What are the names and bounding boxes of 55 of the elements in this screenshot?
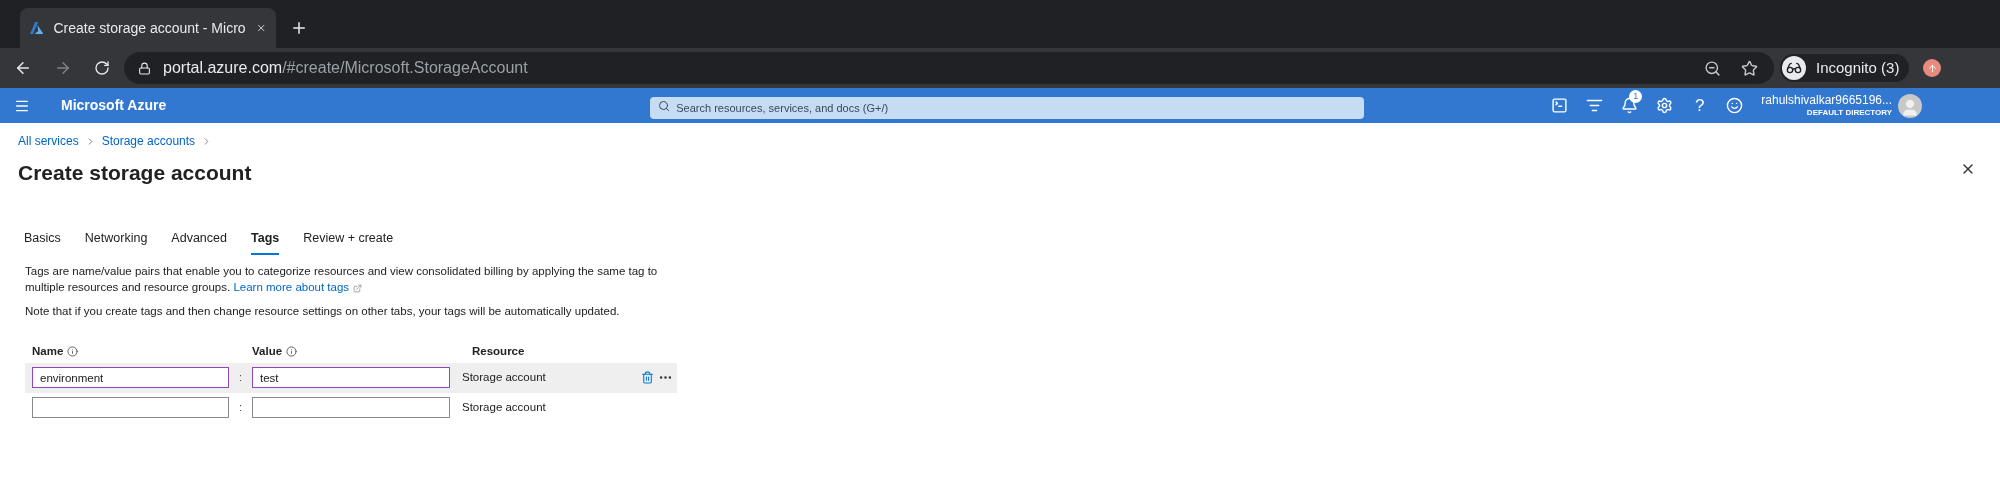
avatar-icon[interactable]: [1898, 93, 1923, 118]
tab[interactable]: Basics: [24, 228, 61, 256]
breadcrumb-link[interactable]: All services: [18, 132, 79, 150]
breadcrumb-link[interactable]: Storage accounts: [101, 132, 196, 150]
tab[interactable]: Tags: [250, 228, 280, 256]
terminal-icon[interactable]: [1551, 97, 1569, 114]
new-tab-icon[interactable]: [290, 19, 308, 37]
name-input[interactable]: [32, 397, 229, 418]
zoom-out-icon[interactable]: [1704, 59, 1721, 77]
notification-count: 1: [1629, 90, 1643, 103]
incognito-icon: [1782, 56, 1806, 80]
info-icon: [67, 346, 79, 357]
profile-label: Incognito (3): [1816, 57, 1900, 78]
tab[interactable]: Review + create: [303, 228, 394, 256]
external-link-icon: [353, 283, 363, 293]
update-icon[interactable]: [1923, 59, 1942, 77]
page-title: Create storage account: [18, 160, 252, 186]
forward-icon[interactable]: [54, 59, 72, 77]
feedback-icon[interactable]: [1726, 97, 1744, 114]
delete-icon[interactable]: [641, 371, 654, 384]
learn-more-link[interactable]: Learn more about tags: [233, 281, 363, 294]
note-text: Note that if you create tags and then change resource settings on other tabs, your tags will be automatically updated.: [25, 304, 621, 320]
resource-cell-text: Storage account: [462, 369, 547, 385]
separator-colon: :: [237, 370, 244, 386]
url-text: portal.azure.com/#create/Microsoft.StorageAccount: [163, 58, 528, 78]
value-input[interactable]: test: [252, 367, 450, 388]
name-input[interactable]: environment: [32, 367, 229, 388]
bell-icon[interactable]: [1621, 97, 1639, 114]
filter-icon[interactable]: [1586, 97, 1604, 114]
profile-button[interactable]: Incognito (3): [1780, 54, 1910, 82]
tab[interactable]: Advanced: [171, 228, 227, 256]
bookmark-star-icon[interactable]: [1741, 59, 1758, 77]
azure-logo-icon: [30, 20, 44, 36]
reload-icon[interactable]: [94, 60, 110, 76]
separator-colon: :: [237, 400, 244, 416]
description-text: Tags are name/value pairs that enable you to categorize resources and view consolidated billing by applying the same tag to multiple resources and resource groups. Learn more about tags: [25, 264, 659, 296]
column-header: Value: [252, 343, 283, 359]
address-bar[interactable]: portal.azure.com/#create/Microsoft.StorageAccount: [124, 52, 1774, 84]
column-header: Resource: [472, 343, 525, 359]
lock-icon: [138, 61, 151, 75]
back-icon[interactable]: [14, 59, 32, 77]
value-input[interactable]: [252, 397, 450, 418]
tab-title: Create storage account - Micro: [53, 18, 246, 38]
help-icon[interactable]: ?: [1691, 97, 1709, 114]
info-icon: [286, 346, 298, 357]
search-field[interactable]: Search resources, services, and docs (G+/): [650, 96, 1365, 119]
browser-tab[interactable]: Create storage account - Micro: [20, 8, 276, 48]
settings-icon[interactable]: [1656, 97, 1674, 114]
tab[interactable]: Networking: [84, 228, 148, 256]
search-icon: [658, 99, 671, 112]
directory-name: DEFAULT DIRECTORY: [1806, 108, 1893, 118]
brand-name[interactable]: Microsoft Azure: [61, 95, 167, 116]
column-header: Name: [32, 343, 64, 359]
resource-cell-text: Storage account: [462, 399, 547, 415]
user-name[interactable]: rahulshivalkar9665196...: [1761, 93, 1893, 108]
